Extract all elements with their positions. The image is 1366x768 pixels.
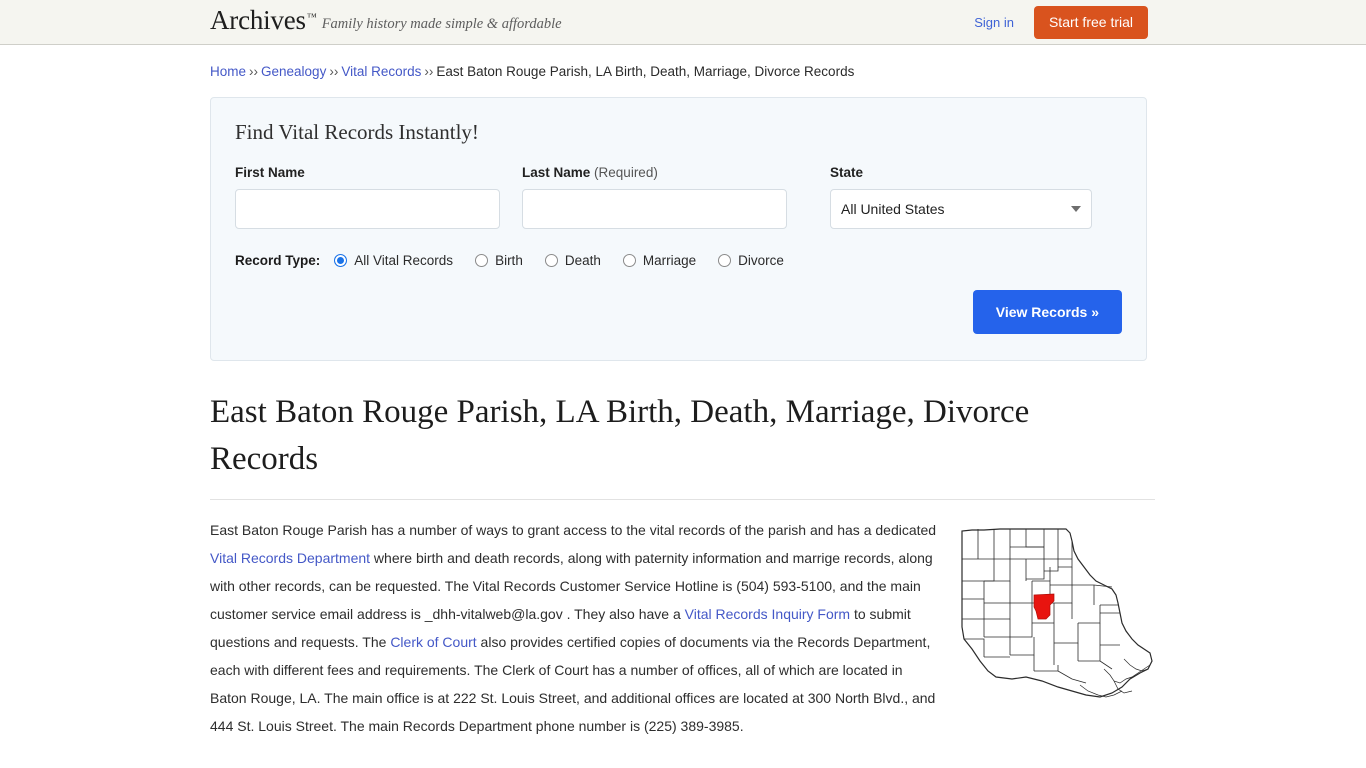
- state-label: State: [830, 165, 864, 180]
- radio-option-death[interactable]: Death: [544, 253, 601, 268]
- last-name-label-text: Last Name: [522, 165, 591, 180]
- paragraph-text-1: East Baton Rouge Parish has a number of …: [210, 522, 937, 538]
- trademark-icon: ™: [306, 12, 317, 23]
- breadcrumb-item-home[interactable]: Home: [210, 64, 246, 79]
- highlighted-parish: [1033, 593, 1055, 620]
- last-name-field-group: Last Name (Required): [522, 165, 787, 229]
- vital-records-search-panel: Find Vital Records Instantly! First Name…: [210, 97, 1147, 361]
- radio-label: Marriage: [642, 253, 697, 268]
- first-name-field-group: First Name: [235, 165, 500, 229]
- article-body: East Baton Rouge Parish has a number of …: [210, 516, 1156, 740]
- breadcrumb-item-genealogy[interactable]: Genealogy: [261, 64, 326, 79]
- site-header: Archives ™ Family history made simple & …: [0, 0, 1366, 45]
- radio-label: Birth: [495, 253, 523, 268]
- radio-icon[interactable]: [544, 254, 558, 267]
- last-name-required-note: (Required): [594, 165, 658, 180]
- radio-icon[interactable]: [334, 254, 348, 267]
- page-title: East Baton Rouge Parish, LA Birth, Death…: [210, 394, 1030, 477]
- radio-option-divorce[interactable]: Divorce: [718, 253, 784, 268]
- last-name-label: Last Name (Required): [522, 165, 787, 180]
- radio-option-birth[interactable]: Birth: [475, 253, 523, 268]
- submit-row: View Records »: [235, 290, 1122, 334]
- vital-records-inquiry-form-link[interactable]: Vital Records Inquiry Form: [685, 606, 850, 622]
- site-logo[interactable]: Archives ™ Family history made simple & …: [210, 7, 562, 34]
- state-select[interactable]: All United States: [830, 189, 1092, 229]
- sign-in-link[interactable]: Sign in: [974, 15, 1014, 30]
- clerk-of-court-link[interactable]: Clerk of Court: [390, 634, 476, 650]
- breadcrumb-separator: ››: [424, 64, 434, 79]
- search-field-row: First Name Last Name (Required) State Al…: [235, 165, 1122, 229]
- state-field-group: State All United States: [830, 165, 1092, 229]
- header-actions: Sign in Start free trial: [974, 0, 1148, 45]
- logo-wordmark: Archives: [210, 5, 306, 35]
- page-body: Home ›› Genealogy ›› Vital Records ›› East Bat…: [0, 63, 1366, 768]
- radio-icon[interactable]: [622, 254, 636, 267]
- state-select-wrapper: All United States: [830, 189, 1092, 229]
- breadcrumb-item-vital-records[interactable]: Vital Records: [341, 64, 421, 79]
- radio-label: Death: [564, 253, 601, 268]
- start-free-trial-button[interactable]: Start free trial: [1033, 6, 1148, 39]
- vital-records-department-link[interactable]: Vital Records Department: [210, 550, 370, 566]
- radio-option-all-vital-records[interactable]: All Vital Records: [334, 253, 453, 268]
- record-type-label: Record Type:: [235, 253, 321, 268]
- breadcrumb-item-current: East Baton Rouge Parish, LA Birth, Death…: [436, 64, 855, 79]
- logo-tagline: Family history made simple & affordable: [321, 16, 562, 32]
- radio-icon[interactable]: [475, 254, 489, 267]
- radio-label: Divorce: [738, 253, 784, 268]
- breadcrumb-separator: ››: [329, 64, 339, 79]
- search-panel-title: Find Vital Records Instantly!: [235, 120, 479, 144]
- last-name-input[interactable]: [522, 189, 787, 229]
- first-name-label: First Name: [235, 165, 305, 180]
- title-divider: [210, 499, 1155, 500]
- state-select-value: All United States: [841, 201, 945, 217]
- louisiana-parish-map-image: [954, 519, 1156, 701]
- radio-icon[interactable]: [718, 254, 732, 267]
- radio-label: All Vital Records: [354, 253, 454, 268]
- view-records-button[interactable]: View Records »: [972, 290, 1122, 334]
- breadcrumb: Home ›› Genealogy ›› Vital Records ›› East Bat…: [210, 63, 1156, 81]
- content-column: Home ›› Genealogy ›› Vital Records ›› East Bat…: [210, 63, 1156, 768]
- first-name-input[interactable]: [235, 189, 500, 229]
- radio-option-marriage[interactable]: Marriage: [622, 253, 697, 268]
- record-type-row: Record Type: All Vital Records Birth Dea…: [235, 253, 1122, 268]
- breadcrumb-separator: ››: [249, 64, 259, 79]
